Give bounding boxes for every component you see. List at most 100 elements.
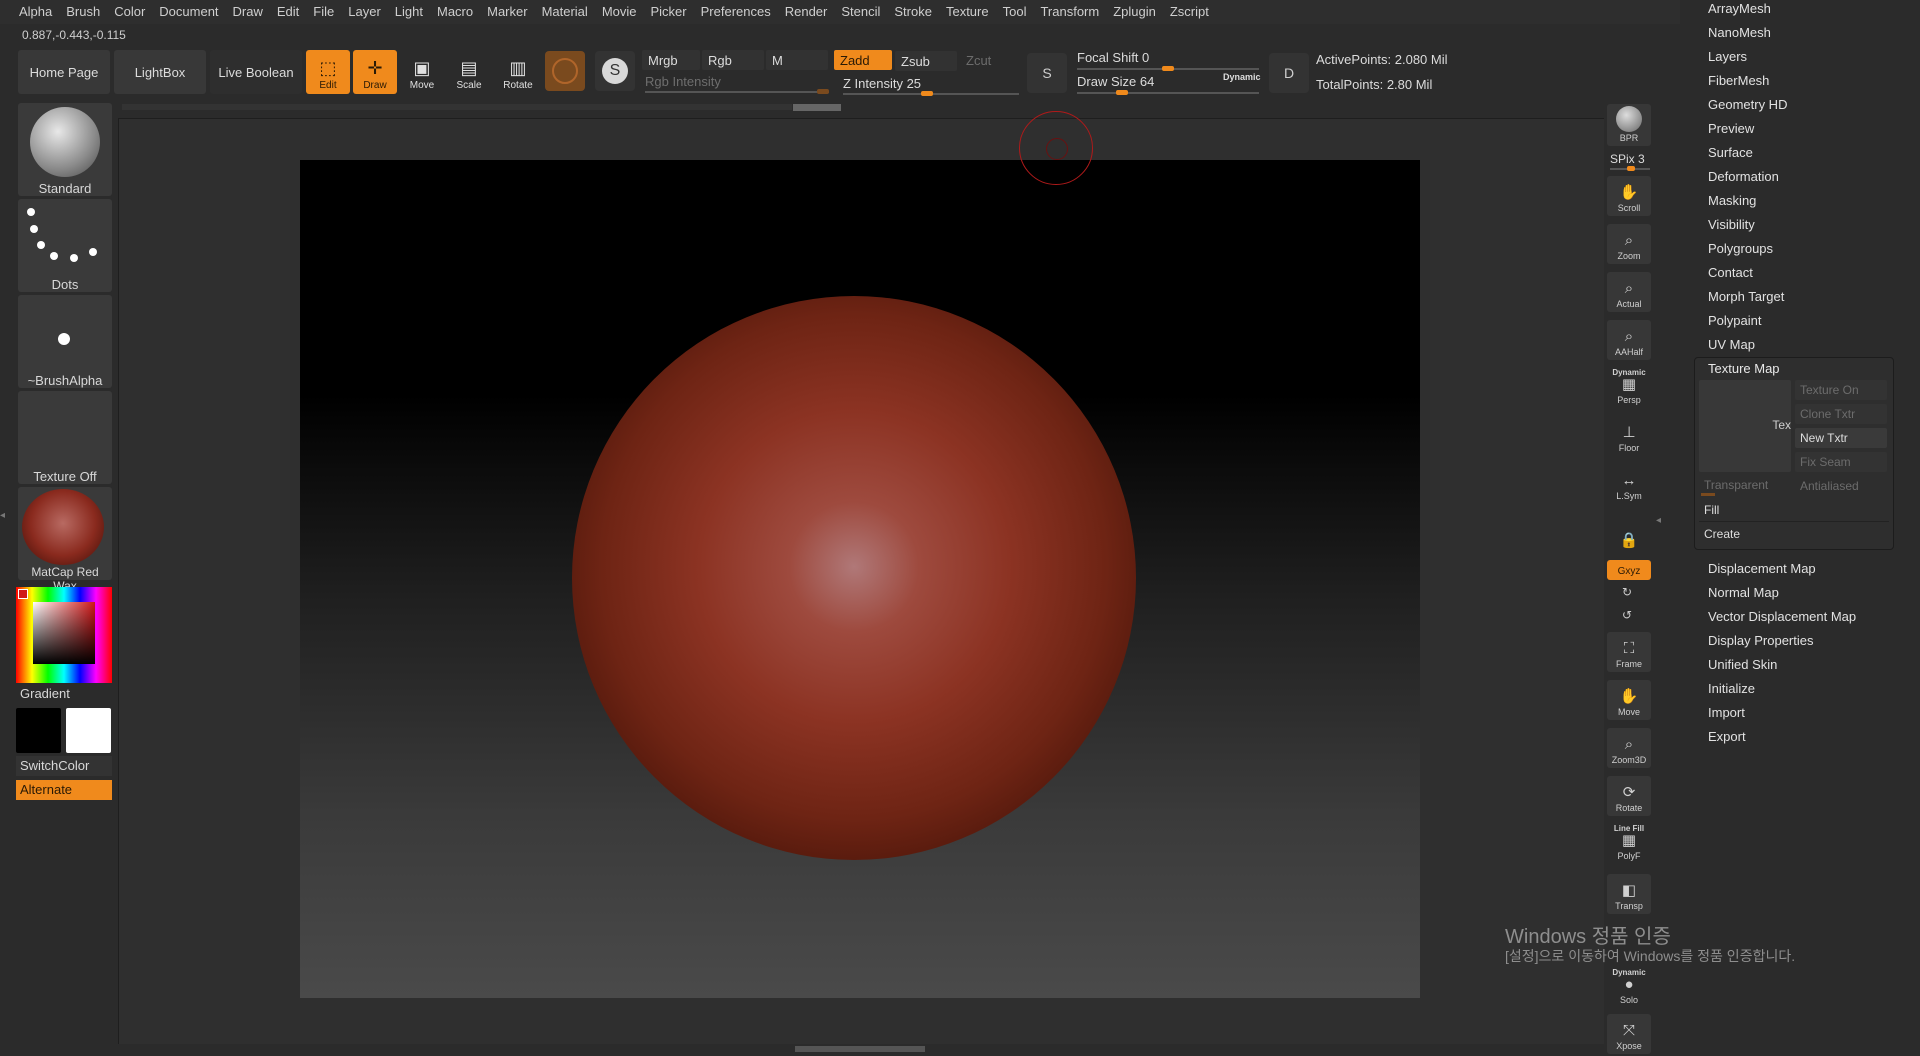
zoom-button[interactable]: ⌕ Zoom <box>1607 224 1651 264</box>
draw-mode-button[interactable]: ✛ Draw <box>353 50 397 94</box>
palette-surface[interactable]: Surface <box>1708 145 1753 160</box>
menu-marker[interactable]: Marker <box>480 0 534 24</box>
palette-vector-displacement-map[interactable]: Vector Displacement Map <box>1708 609 1856 624</box>
palette-deformation[interactable]: Deformation <box>1708 169 1779 184</box>
texture-preview[interactable]: Tex <box>1699 380 1791 472</box>
top-scroll-thumb[interactable] <box>793 104 841 111</box>
dynamic-label[interactable]: Dynamic <box>1223 72 1261 82</box>
menu-preferences[interactable]: Preferences <box>694 0 778 24</box>
move-mode-button[interactable]: ▣ Move <box>400 50 444 94</box>
menu-stencil[interactable]: Stencil <box>834 0 887 24</box>
fix-seam-button[interactable]: Fix Seam <box>1795 452 1887 472</box>
menu-picker[interactable]: Picker <box>644 0 694 24</box>
palette-contact[interactable]: Contact <box>1708 265 1753 280</box>
menu-light[interactable]: Light <box>388 0 430 24</box>
xpose-button[interactable]: ⤧ Xpose <box>1607 1014 1651 1054</box>
transparent-toggle[interactable]: Transparent <box>1699 475 1791 495</box>
polyf-button[interactable]: Line Fill ▦ PolyF <box>1607 822 1651 864</box>
persp-button[interactable]: Dynamic ▦ Persp <box>1607 366 1651 408</box>
menu-stroke[interactable]: Stroke <box>887 0 939 24</box>
zsub-button[interactable]: Zsub <box>895 51 957 71</box>
menu-macro[interactable]: Macro <box>430 0 480 24</box>
bpr-button[interactable]: BPR <box>1607 104 1651 146</box>
menu-brush[interactable]: Brush <box>59 0 107 24</box>
focal-shift-knob[interactable] <box>1162 66 1174 71</box>
antialiased-toggle[interactable]: Antialiased <box>1795 476 1887 496</box>
menu-movie[interactable]: Movie <box>595 0 644 24</box>
zcut-button[interactable]: Zcut <box>960 50 1020 70</box>
xyz-button[interactable]: Gxyz <box>1607 560 1651 580</box>
gradient-label[interactable]: Gradient <box>20 686 70 701</box>
lock-button[interactable]: 🔒 <box>1607 514 1651 554</box>
rgb-intensity-knob[interactable] <box>817 89 829 94</box>
rotate-z-icon[interactable]: ↺ <box>1622 608 1632 622</box>
transp-button[interactable]: ◧ Transp <box>1607 874 1651 914</box>
scale-mode-button[interactable]: ▤ Scale <box>447 50 491 94</box>
palette-nanomesh[interactable]: NanoMesh <box>1708 25 1771 40</box>
menu-render[interactable]: Render <box>778 0 835 24</box>
move-view-button[interactable]: ✋ Move <box>1607 680 1651 720</box>
color-picker[interactable] <box>16 587 112 683</box>
lazy-mouse-d-icon[interactable]: D <box>1269 53 1309 93</box>
palette-polypaint[interactable]: Polypaint <box>1708 313 1761 328</box>
z-intensity-knob[interactable] <box>921 91 933 96</box>
palette-morph-target[interactable]: Morph Target <box>1708 289 1784 304</box>
palette-preview[interactable]: Preview <box>1708 121 1754 136</box>
frame-button[interactable]: ⛶ Frame <box>1607 632 1651 672</box>
rotate-y-icon[interactable]: ↻ <box>1622 585 1632 599</box>
draw-size-slider[interactable] <box>1077 92 1259 94</box>
lightbox-button[interactable]: LightBox <box>114 50 206 94</box>
right-tray-toggle-icon[interactable]: ◂ <box>1656 515 1661 526</box>
palette-unified-skin[interactable]: Unified Skin <box>1708 657 1777 672</box>
bottom-tray-handle[interactable] <box>795 1046 925 1052</box>
menu-zscript[interactable]: Zscript <box>1163 0 1216 24</box>
menu-transform[interactable]: Transform <box>1033 0 1106 24</box>
menu-edit[interactable]: Edit <box>270 0 306 24</box>
fill-button[interactable]: Fill <box>1699 500 1889 520</box>
clone-txtr-button[interactable]: Clone Txtr <box>1795 404 1887 424</box>
rgb-button[interactable]: Rgb <box>702 50 764 70</box>
lazy-mouse-s-icon[interactable]: S <box>1027 53 1067 93</box>
menu-draw[interactable]: Draw <box>226 0 270 24</box>
primary-color-swatch[interactable] <box>16 708 61 753</box>
floor-button[interactable]: ⊥ Floor <box>1607 416 1651 456</box>
draw-size-knob[interactable] <box>1116 90 1128 95</box>
switch-color-button[interactable]: SwitchColor <box>16 756 112 776</box>
menu-tool[interactable]: Tool <box>996 0 1034 24</box>
new-txtr-button[interactable]: New Txtr <box>1795 428 1887 448</box>
sculptris-pro-icon[interactable]: S <box>595 51 635 91</box>
palette-displacement-map[interactable]: Displacement Map <box>1708 561 1816 576</box>
palette-initialize[interactable]: Initialize <box>1708 681 1755 696</box>
home-page-button[interactable]: Home Page <box>18 50 110 94</box>
actual-button[interactable]: ⌕ Actual <box>1607 272 1651 312</box>
menu-document[interactable]: Document <box>152 0 225 24</box>
secondary-color-swatch[interactable] <box>66 708 111 753</box>
menu-alpha[interactable]: Alpha <box>12 0 59 24</box>
zadd-button[interactable]: Zadd <box>834 50 892 70</box>
palette-normal-map[interactable]: Normal Map <box>1708 585 1779 600</box>
palette-fibermesh[interactable]: FiberMesh <box>1708 73 1769 88</box>
palette-uv-map[interactable]: UV Map <box>1708 337 1755 352</box>
material-swatch-icon[interactable] <box>545 51 585 91</box>
palette-import[interactable]: Import <box>1708 705 1745 720</box>
rotate-view-button[interactable]: ⟳ Rotate <box>1607 776 1651 816</box>
alternate-button[interactable]: Alternate <box>16 780 112 800</box>
solo-button[interactable]: Dynamic ● Solo <box>1607 966 1651 1008</box>
palette-geometry-hd[interactable]: Geometry HD <box>1708 97 1787 112</box>
palette-visibility[interactable]: Visibility <box>1708 217 1755 232</box>
rotate-mode-button[interactable]: ▥ Rotate <box>496 50 540 94</box>
texture-map-title[interactable]: Texture Map <box>1708 361 1780 376</box>
scroll-button[interactable]: ✋ Scroll <box>1607 176 1651 216</box>
palette-export[interactable]: Export <box>1708 729 1746 744</box>
rgb-intensity-slider[interactable] <box>645 91 829 93</box>
left-tray-toggle-icon[interactable]: ◂ <box>0 510 8 550</box>
lsym-button[interactable]: ↔ L.Sym <box>1607 464 1651 504</box>
menu-zplugin[interactable]: Zplugin <box>1106 0 1163 24</box>
create-button[interactable]: Create <box>1699 524 1889 544</box>
color-saturation-square[interactable] <box>33 602 95 664</box>
menu-layer[interactable]: Layer <box>341 0 388 24</box>
texture-on-button[interactable]: Texture On <box>1795 380 1887 400</box>
mrgb-button[interactable]: Mrgb <box>642 50 700 70</box>
palette-display-properties[interactable]: Display Properties <box>1708 633 1814 648</box>
edit-mode-button[interactable]: ⬚ Edit <box>306 50 350 94</box>
